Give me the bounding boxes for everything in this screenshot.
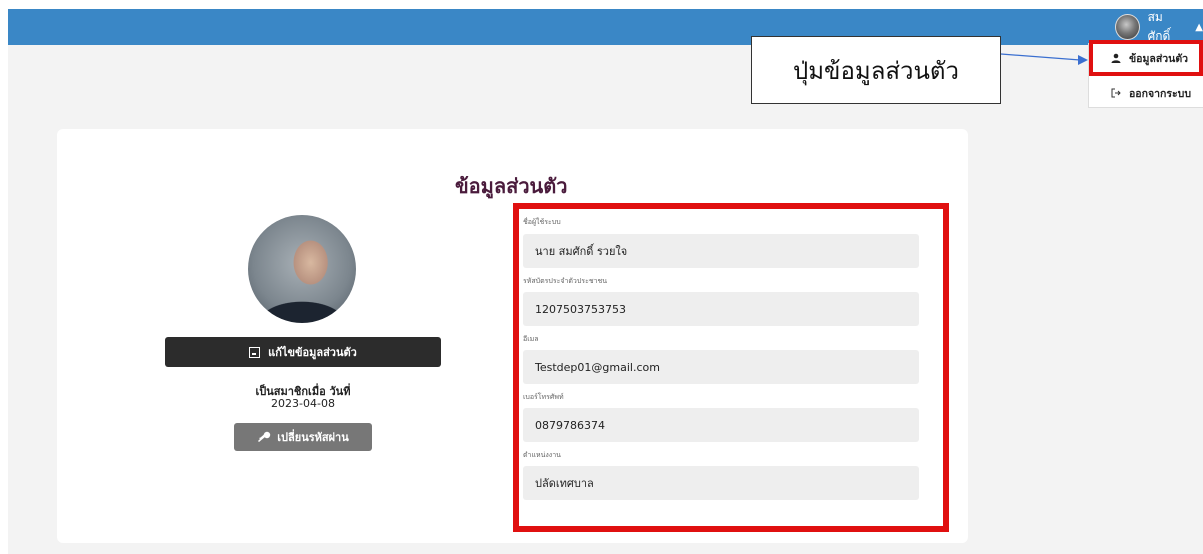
member-since-date: 2023-04-08 <box>271 397 335 410</box>
caret-up-icon[interactable]: ▲ <box>1195 22 1203 33</box>
change-password-button[interactable]: เปลี่ยนรหัสผ่าน <box>234 423 372 451</box>
profile-form-highlight <box>513 203 949 532</box>
dropdown-item-logout[interactable]: ออกจากระบบ <box>1089 79 1203 107</box>
change-password-label[interactable]: เปลี่ยนรหัสผ่าน <box>277 428 348 446</box>
user-menu-toggle[interactable]: สมศักดิ์ ▲ <box>1115 10 1203 43</box>
top-navbar <box>8 9 1203 45</box>
profile-photo <box>248 215 356 323</box>
logout-icon <box>1111 88 1121 98</box>
user-avatar[interactable] <box>1115 14 1140 40</box>
annotation-callout: ปุ่มข้อมูลส่วนตัว <box>751 36 1001 104</box>
page-title: ข้อมูลส่วนตัว <box>455 174 568 198</box>
callout-text: ปุ่มข้อมูลส่วนตัว <box>793 56 959 85</box>
key-icon <box>258 431 271 442</box>
profile-button-highlight <box>1089 40 1203 76</box>
edit-profile-label[interactable]: แก้ไขข้อมูลส่วนตัว <box>268 343 357 361</box>
contact-card-icon <box>249 346 261 358</box>
edit-profile-button[interactable]: แก้ไขข้อมูลส่วนตัว <box>165 337 441 367</box>
dropdown-logout-label[interactable]: ออกจากระบบ <box>1129 85 1191 102</box>
